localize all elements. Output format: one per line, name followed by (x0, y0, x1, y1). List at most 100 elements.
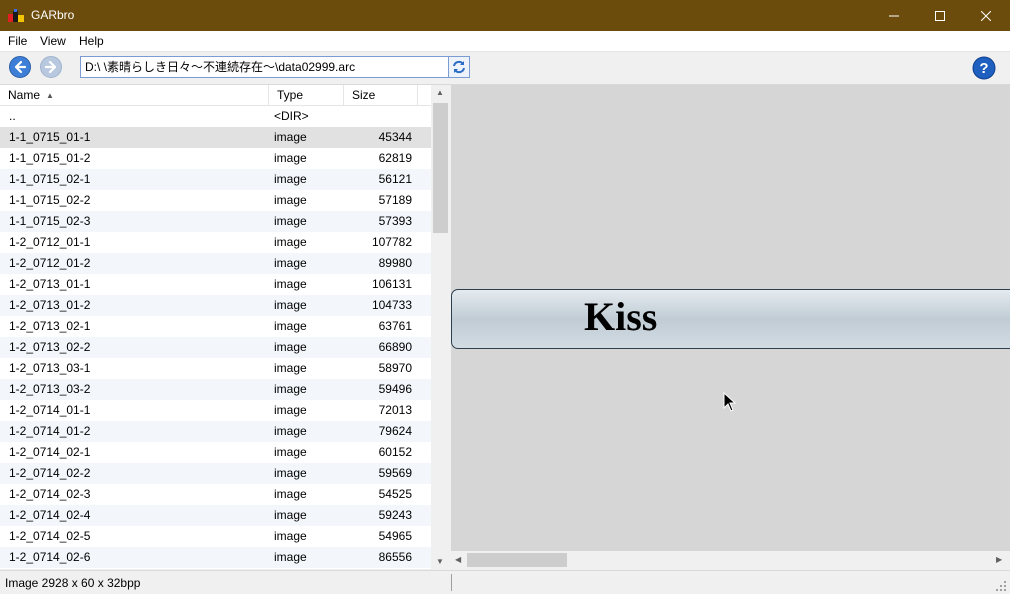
back-button[interactable] (9, 56, 31, 78)
cell-name: 1-2_0713_02-2 (9, 340, 91, 354)
cell-type: image (274, 193, 307, 207)
window-title: GARbro (31, 8, 75, 22)
cell-name: 1-2_0714_02-4 (9, 508, 91, 522)
cell-size: 57393 (378, 214, 412, 228)
table-row[interactable]: 1-2_0712_01-1 image 107782 (0, 232, 431, 253)
table-row[interactable]: 1-2_0714_02-3 image 54525 (0, 484, 431, 505)
cell-name: 1-2_0713_03-2 (9, 382, 91, 396)
cell-type: image (274, 403, 307, 417)
file-rows: .. <DIR> 1-1_0715_01-1 image 45344 1-1_0715_0… (0, 106, 431, 568)
list-scroll-thumb[interactable] (433, 103, 448, 233)
cell-type: image (274, 172, 307, 186)
cell-type: image (274, 319, 307, 333)
cell-type: image (274, 151, 307, 165)
cell-size: 56121 (378, 172, 412, 186)
cell-type: image (274, 130, 307, 144)
cell-type: image (274, 256, 307, 270)
menu-help[interactable]: Help (79, 34, 104, 48)
scroll-right-icon[interactable]: ▶ (996, 555, 1002, 564)
cell-type: image (274, 466, 307, 480)
table-row[interactable]: 1-2_0714_01-2 image 79624 (0, 421, 431, 442)
table-row[interactable]: 1-2_0714_02-5 image 54965 (0, 526, 431, 547)
cell-name: 1-1_0715_01-2 (9, 151, 91, 165)
maximize-icon (935, 11, 945, 22)
cell-size: 72013 (378, 403, 412, 417)
preview-scroll-thumb[interactable] (467, 553, 567, 567)
table-row[interactable]: 1-1_0715_02-1 image 56121 (0, 169, 431, 190)
help-button[interactable]: ? (972, 56, 996, 80)
minimize-button[interactable] (871, 0, 917, 31)
table-row[interactable]: 1-2_0713_01-1 image 106131 (0, 274, 431, 295)
table-row[interactable]: .. <DIR> (0, 106, 431, 127)
cell-name: 1-2_0714_02-5 (9, 529, 91, 543)
cell-size: 89980 (378, 256, 412, 270)
table-row[interactable]: 1-2_0714_01-1 image 72013 (0, 400, 431, 421)
cell-type: <DIR> (274, 109, 309, 123)
cell-type: image (274, 529, 307, 543)
svg-text:?: ? (979, 60, 988, 77)
table-row[interactable]: 1-2_0713_01-2 image 104733 (0, 295, 431, 316)
cell-size: 86556 (378, 550, 412, 564)
menu-view[interactable]: View (40, 34, 66, 48)
refresh-icon (453, 60, 465, 74)
forward-arrow-icon (40, 56, 62, 78)
sort-ascending-icon: ▲ (46, 91, 54, 100)
table-row[interactable]: 1-2_0714_02-2 image 59569 (0, 463, 431, 484)
cell-name: 1-2_0713_01-1 (9, 277, 91, 291)
table-row[interactable]: 1-2_0714_02-4 image 59243 (0, 505, 431, 526)
toolbar: D:\ \素晴らしき日々～不連続存在～\data02999.arc ? (0, 52, 1010, 85)
cell-name: 1-2_0714_02-1 (9, 445, 91, 459)
cell-size: 59569 (378, 466, 412, 480)
scroll-up-icon[interactable]: ▲ (436, 88, 444, 97)
cell-size: 54525 (378, 487, 412, 501)
table-row[interactable]: 1-2_0714_02-1 image 60152 (0, 442, 431, 463)
table-row[interactable]: 1-2_0713_03-1 image 58970 (0, 358, 431, 379)
cell-name: 1-2_0712_01-2 (9, 256, 91, 270)
preview-image: Kiss (451, 289, 1010, 349)
refresh-button[interactable] (448, 56, 470, 78)
scroll-left-icon[interactable]: ◀ (455, 555, 461, 564)
minimize-icon (889, 15, 899, 17)
cell-size: 106131 (371, 277, 412, 291)
path-input[interactable]: D:\ \素晴らしき日々～不連続存在～\data02999.arc (80, 56, 456, 78)
cell-size: 104733 (371, 298, 412, 312)
close-button[interactable] (963, 0, 1009, 31)
column-size[interactable]: Size (344, 85, 418, 105)
cell-name: 1-1_0715_02-3 (9, 214, 91, 228)
list-vertical-scrollbar[interactable]: ▲ ▼ (431, 85, 450, 569)
cell-name: 1-1_0715_02-1 (9, 172, 91, 186)
image-preview: Kiss (451, 85, 1010, 569)
cell-name: 1-2_0713_01-2 (9, 298, 91, 312)
table-row[interactable]: 1-2_0714_02-6 image 86556 (0, 547, 431, 568)
forward-button[interactable] (40, 56, 62, 78)
table-row[interactable]: 1-1_0715_01-1 image 45344 (0, 127, 431, 148)
table-row[interactable]: 1-2_0712_01-2 image 89980 (0, 253, 431, 274)
scroll-down-icon[interactable]: ▼ (436, 557, 444, 566)
cell-size: 45344 (378, 130, 412, 144)
menu-bar: File View Help (0, 31, 1010, 52)
cell-size: 79624 (378, 424, 412, 438)
menu-file[interactable]: File (8, 34, 27, 48)
column-name[interactable]: Name ▲ (0, 85, 269, 105)
column-type[interactable]: Type (269, 85, 344, 105)
preview-horizontal-scrollbar[interactable]: ◀ ▶ (451, 551, 1010, 569)
table-row[interactable]: 1-2_0713_02-2 image 66890 (0, 337, 431, 358)
table-row[interactable]: 1-1_0715_02-3 image 57393 (0, 211, 431, 232)
cell-name: 1-2_0714_02-6 (9, 550, 91, 564)
cell-name: 1-2_0714_02-3 (9, 487, 91, 501)
table-row[interactable]: 1-1_0715_02-2 image 57189 (0, 190, 431, 211)
cell-type: image (274, 508, 307, 522)
table-row[interactable]: 1-2_0713_02-1 image 63761 (0, 316, 431, 337)
table-row[interactable]: 1-1_0715_01-2 image 62819 (0, 148, 431, 169)
maximize-button[interactable] (917, 0, 963, 31)
status-bar: Image 2928 x 60 x 32bpp (0, 570, 1010, 594)
table-row[interactable]: 1-2_0713_03-2 image 59496 (0, 379, 431, 400)
cell-name: 1-1_0715_02-2 (9, 193, 91, 207)
cell-type: image (274, 214, 307, 228)
resize-grip-icon[interactable] (996, 581, 1007, 592)
file-list: Name ▲ Type Size .. <DIR> 1-1_0715_01-1 imag… (0, 85, 450, 569)
cell-type: image (274, 361, 307, 375)
cell-type: image (274, 550, 307, 564)
cell-size: 63761 (378, 319, 412, 333)
column-header: Name ▲ Type Size (0, 85, 431, 106)
